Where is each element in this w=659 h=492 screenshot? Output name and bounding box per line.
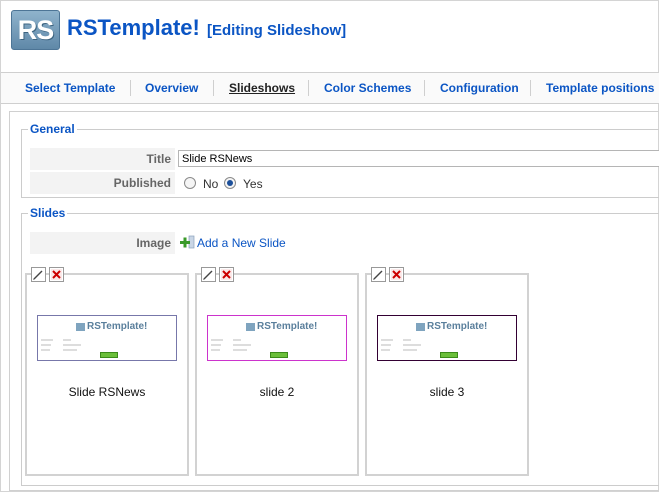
slide-grid: RSTemplate! Slide RSNews RSTemplate! sli…	[25, 267, 655, 483]
pencil-icon[interactable]	[371, 267, 386, 282]
slides-fieldset: Slides Image Add a New Slide RSTemplate!…	[21, 206, 659, 486]
tab-divider	[213, 80, 214, 96]
published-no-label: No	[203, 177, 219, 191]
pencil-icon[interactable]	[31, 267, 46, 282]
slide-name: Slide RSNews	[68, 385, 146, 399]
thumb-button	[100, 352, 118, 358]
tab-color-schemes[interactable]: Color Schemes	[324, 81, 411, 95]
thumb-text-lines	[381, 339, 421, 351]
slide-thumbnail[interactable]: RSTemplate!	[377, 315, 517, 361]
thumb-button	[440, 352, 458, 358]
thumb-button	[270, 352, 288, 358]
page-subtitle: [Editing Slideshow]	[207, 22, 347, 39]
thumb-text-lines	[41, 339, 81, 351]
delete-x-icon[interactable]	[219, 267, 234, 282]
thumb-text-lines	[211, 339, 251, 351]
tab-divider	[130, 80, 131, 96]
delete-x-icon[interactable]	[389, 267, 404, 282]
published-row: Published No Yes	[30, 172, 659, 194]
slide-name: slide 3	[429, 385, 465, 399]
tab-template-positions[interactable]: Template positions	[546, 81, 654, 95]
tab-divider	[308, 80, 309, 96]
slide-card[interactable]: RSTemplate! slide 3	[365, 267, 529, 476]
image-label: Image	[30, 232, 175, 254]
thumb-logo-mark	[416, 323, 425, 331]
title-label: Title	[30, 148, 175, 170]
published-yes-radio[interactable]	[224, 177, 236, 189]
pencil-icon[interactable]	[201, 267, 216, 282]
slides-legend: Slides	[30, 206, 66, 220]
tab-configuration[interactable]: Configuration	[440, 81, 519, 95]
slide-card[interactable]: RSTemplate! Slide RSNews	[25, 267, 189, 476]
slide-thumbnail[interactable]: RSTemplate!	[207, 315, 347, 361]
general-fieldset: General Title Published No Yes	[21, 122, 659, 198]
thumb-logo-text: RSTemplate!	[257, 321, 318, 332]
rs-logo: RS	[11, 10, 60, 50]
slide-thumbnail[interactable]: RSTemplate!	[37, 315, 177, 361]
tab-overview[interactable]: Overview	[145, 81, 198, 95]
add-new-slide-link[interactable]: Add a New Slide	[197, 236, 286, 250]
tab-slideshows[interactable]: Slideshows	[229, 81, 295, 95]
tab-divider	[424, 80, 425, 96]
thumb-logo-text: RSTemplate!	[87, 321, 148, 332]
thumb-logo-text: RSTemplate!	[427, 321, 488, 332]
add-plus-icon[interactable]	[179, 235, 195, 251]
slide-card[interactable]: RSTemplate! slide 2	[195, 267, 359, 476]
tab-select-template[interactable]: Select Template	[25, 81, 115, 95]
app-title: RSTemplate!	[67, 15, 200, 40]
tab-bar: Select Template Overview Slideshows Colo…	[1, 72, 659, 104]
thumb-logo-mark	[76, 323, 85, 331]
general-legend: General	[30, 122, 75, 136]
published-no-radio[interactable]	[184, 177, 196, 189]
published-label: Published	[30, 172, 175, 194]
image-row: Image Add a New Slide	[30, 232, 659, 254]
content-panel: General Title Published No Yes Slides Im…	[9, 111, 659, 491]
slide-name: slide 2	[259, 385, 295, 399]
header: RS RSTemplate! [Editing Slideshow]	[1, 1, 659, 63]
tab-divider	[530, 80, 531, 96]
title-row: Title	[30, 148, 659, 170]
thumb-logo-mark	[246, 323, 255, 331]
published-yes-label: Yes	[243, 177, 263, 191]
title-input[interactable]	[178, 150, 659, 167]
delete-x-icon[interactable]	[49, 267, 64, 282]
